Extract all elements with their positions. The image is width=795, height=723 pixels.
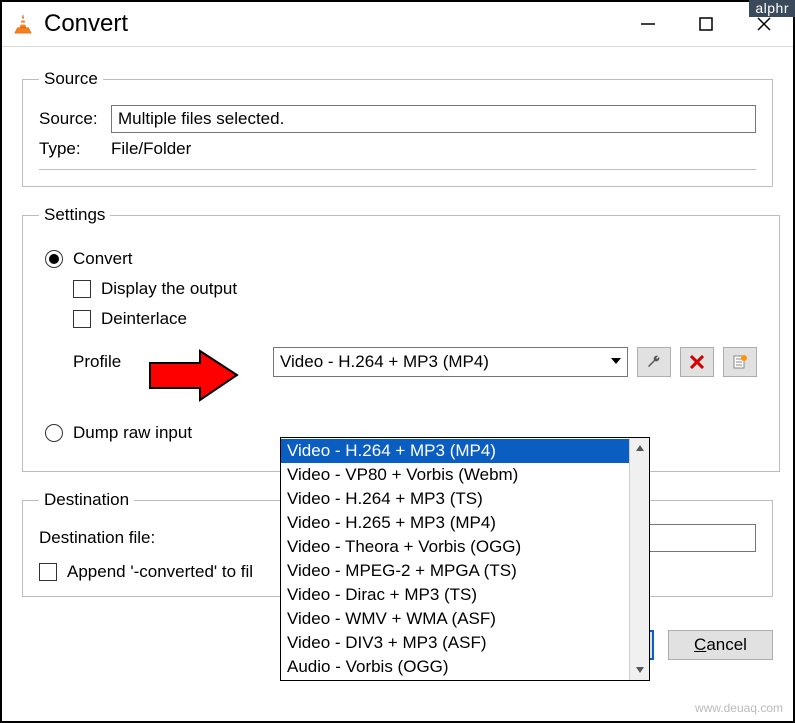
- profile-option[interactable]: Video - VP80 + Vorbis (Webm): [281, 463, 629, 487]
- profile-option[interactable]: Video - Dirac + MP3 (TS): [281, 583, 629, 607]
- display-output-checkbox[interactable]: Display the output: [73, 279, 757, 299]
- profile-option[interactable]: Video - Theora + Vorbis (OGG): [281, 535, 629, 559]
- cancel-button[interactable]: Cancel: [668, 630, 773, 660]
- radio-icon: [45, 424, 63, 442]
- source-divider: [39, 169, 756, 170]
- edit-profile-button[interactable]: [637, 347, 671, 377]
- titlebar: Convert: [2, 2, 793, 47]
- new-doc-icon: [732, 354, 748, 370]
- profile-option[interactable]: Video - H.265 + MP3 (MP4): [281, 511, 629, 535]
- maximize-icon: [699, 17, 713, 31]
- convert-radio[interactable]: Convert: [45, 249, 757, 269]
- minimize-icon: [640, 16, 656, 32]
- scroll-down-icon[interactable]: [630, 660, 649, 680]
- checkbox-icon: [73, 280, 91, 298]
- profile-combobox[interactable]: Video - H.264 + MP3 (MP4): [273, 347, 628, 377]
- checkbox-icon: [39, 563, 57, 581]
- new-profile-button[interactable]: [723, 347, 757, 377]
- delete-profile-button[interactable]: [680, 347, 714, 377]
- vlc-icon: [12, 13, 34, 35]
- type-label: Type:: [39, 139, 109, 159]
- profile-option[interactable]: Video - WMV + WMA (ASF): [281, 607, 629, 631]
- profile-option[interactable]: Video - DIV3 + MP3 (ASF): [281, 631, 629, 655]
- checkbox-icon: [73, 310, 91, 328]
- profile-option[interactable]: Audio - Vorbis (OGG): [281, 655, 629, 679]
- red-arrow-annotation: [145, 348, 240, 403]
- profile-selected-value: Video - H.264 + MP3 (MP4): [280, 352, 489, 372]
- source-input[interactable]: [111, 105, 756, 133]
- alphr-badge: alphr: [749, 0, 795, 17]
- dump-raw-label: Dump raw input: [73, 423, 192, 443]
- profile-option[interactable]: Video - H.264 + MP3 (MP4): [281, 439, 629, 463]
- destination-file-label: Destination file:: [39, 528, 174, 548]
- settings-group: Settings Convert Display the output Dein…: [22, 205, 780, 472]
- x-red-icon: [690, 355, 704, 369]
- append-converted-label: Append '-converted' to fil: [67, 562, 253, 582]
- settings-legend: Settings: [39, 205, 110, 225]
- profile-dropdown[interactable]: Video - H.264 + MP3 (MP4)Video - VP80 + …: [280, 437, 650, 681]
- destination-legend: Destination: [39, 490, 134, 510]
- source-group: Source Source: Type: File/Folder: [22, 69, 773, 187]
- deinterlace-checkbox[interactable]: Deinterlace: [73, 309, 757, 329]
- minimize-button[interactable]: [619, 2, 677, 46]
- window-title: Convert: [44, 10, 619, 38]
- close-icon: [756, 16, 772, 32]
- scroll-up-icon[interactable]: [630, 438, 649, 458]
- convert-label: Convert: [73, 249, 133, 269]
- profile-label: Profile: [73, 352, 153, 372]
- profile-option[interactable]: Video - MPEG-2 + MPGA (TS): [281, 559, 629, 583]
- source-label: Source:: [39, 109, 109, 129]
- watermark: www.deuaq.com: [695, 701, 783, 715]
- maximize-button[interactable]: [677, 2, 735, 46]
- radio-icon: [45, 250, 63, 268]
- chevron-down-icon: [611, 358, 621, 364]
- source-legend: Source: [39, 69, 103, 89]
- deinterlace-label: Deinterlace: [101, 309, 187, 329]
- type-value: File/Folder: [111, 139, 191, 159]
- profile-option[interactable]: Video - H.264 + MP3 (TS): [281, 487, 629, 511]
- dropdown-scrollbar[interactable]: [629, 438, 649, 680]
- display-output-label: Display the output: [101, 279, 237, 299]
- wrench-icon: [646, 354, 662, 370]
